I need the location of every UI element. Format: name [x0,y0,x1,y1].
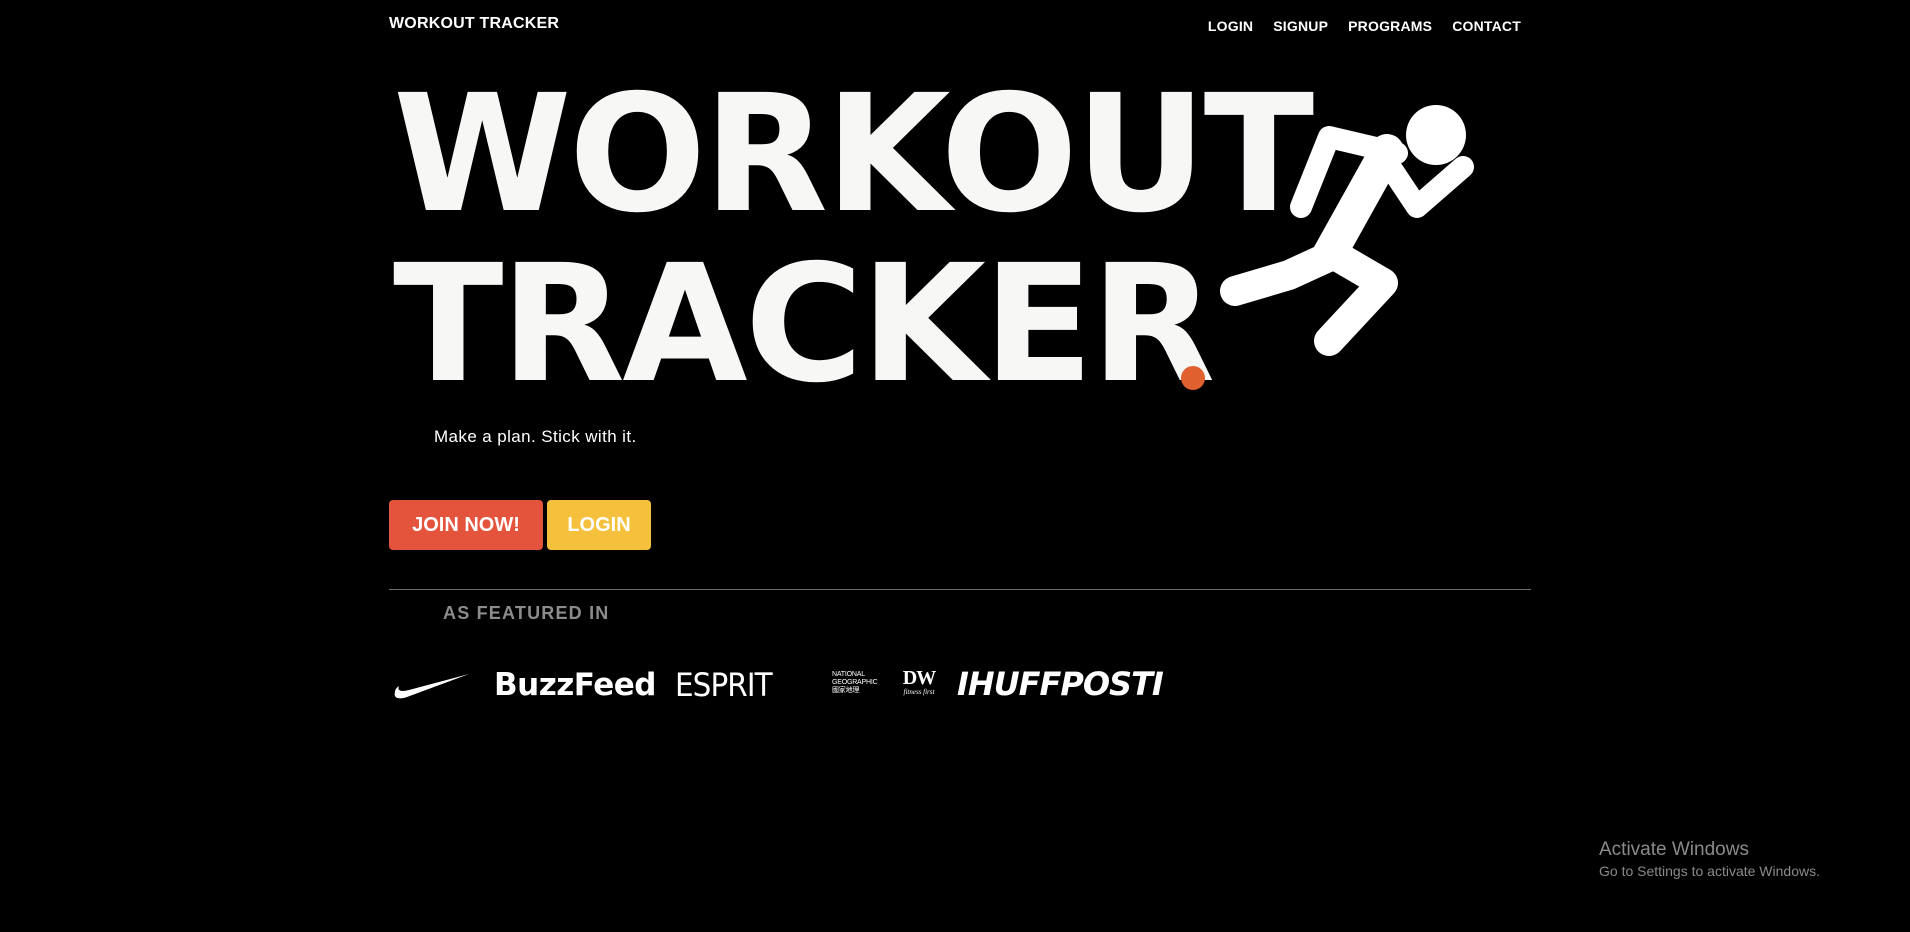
hero-title-line-1: WORKOUT [393,61,1314,249]
activation-title: Activate Windows [1599,839,1749,860]
nav-contact-link[interactable]: CONTACT [1452,18,1521,34]
activation-subtitle: Go to Settings to activate Windows. [1599,863,1820,879]
featured-in-label: AS FEATURED IN [443,603,610,623]
dw-logo-main: DW [902,667,936,689]
nav-programs-link[interactable]: PROGRAMS [1348,18,1432,34]
login-button[interactable]: LOGIN [547,500,651,550]
esprit-logo: ESPRIT [675,666,773,704]
top-nav: LOGIN SIGNUP PROGRAMS CONTACT [1208,18,1521,34]
site-brand[interactable]: WORKOUT TRACKER [389,15,559,33]
running-person-icon [1220,105,1474,356]
section-divider [389,589,1531,590]
windows-activation-watermark: Activate Windows Go to Settings to activ… [1599,838,1820,880]
national-geographic-logo: NATIONAL GEOGRAPHIC 國家地理 [832,671,878,694]
featured-logos: BuzzFeed ESPRIT NATIONAL GEOGRAPHIC 國家地理… [389,660,1189,710]
nav-signup-link[interactable]: SIGNUP [1273,18,1328,34]
landing-page: WORKOUT TRACKER LOGIN SIGNUP PROGRAMS CO… [0,0,1910,932]
dw-logo-sub: fitness first [903,688,935,696]
main-container: WORKOUT TRACKER LOGIN SIGNUP PROGRAMS CO… [389,0,1531,720]
huffpost-logo: IHUFFPOSTI [957,665,1164,703]
buzzfeed-logo: BuzzFeed [494,667,656,703]
nike-logo [394,674,469,699]
dw-logo: DW fitness first [899,668,939,697]
nav-login-link[interactable]: LOGIN [1208,18,1253,34]
hero-title-line-2: TRACKER [393,231,1215,419]
join-now-button[interactable]: JOIN NOW! [389,500,543,550]
hero-title: WORKOUT TRACKER [393,61,1314,419]
hero-tagline: Make a plan. Stick with it. [434,427,637,446]
hero-accent-dot [1181,366,1205,390]
